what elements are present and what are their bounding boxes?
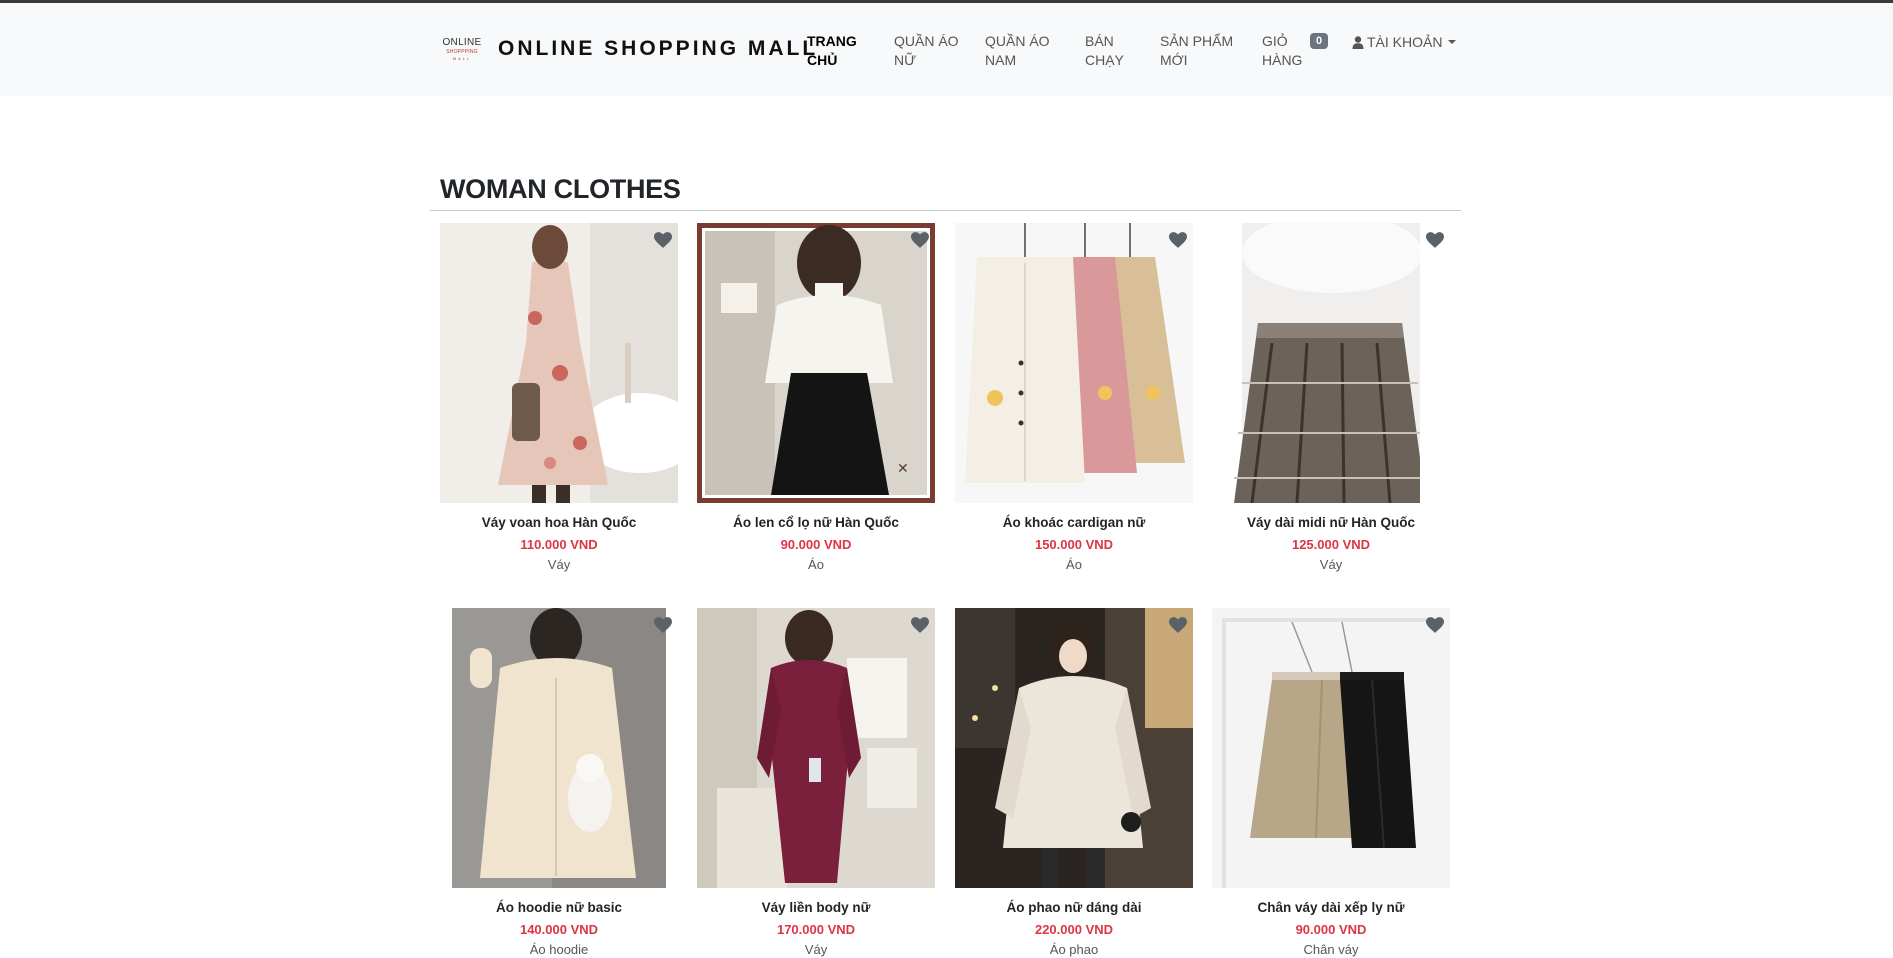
product-photo	[440, 223, 678, 503]
heart-icon[interactable]	[911, 617, 929, 633]
product-price: 220.000 VND	[1034, 922, 1114, 937]
product-image[interactable]	[955, 223, 1193, 503]
nav-best-sellers[interactable]: BÁN CHẠY	[1085, 32, 1124, 70]
section-divider	[430, 210, 1461, 211]
product-price: 90.000 VND	[1295, 922, 1367, 937]
watermark-icon: ✕	[897, 461, 909, 477]
account-label: TÀI KHOẢN	[1367, 34, 1443, 50]
product-image[interactable]	[440, 223, 678, 503]
brand-name[interactable]: ONLINE SHOPPING MALL	[498, 37, 818, 61]
product-name[interactable]: Váy liền body nữ	[697, 899, 935, 917]
product-name[interactable]: Áo khoác cardigan nữ	[955, 514, 1193, 532]
heart-icon[interactable]	[911, 232, 929, 248]
product-image[interactable]: ✕	[697, 223, 935, 503]
product-name[interactable]: Váy dài midi nữ Hàn Quốc	[1212, 514, 1450, 532]
product-image[interactable]	[697, 608, 935, 888]
heart-icon[interactable]	[1426, 232, 1444, 248]
product-name[interactable]: Chân váy dài xếp ly nữ	[1212, 899, 1450, 917]
product-card[interactable]: Áo phao nữ dáng dài 220.000 VND Áo phao	[955, 608, 1193, 958]
product-photo	[1212, 608, 1450, 888]
product-card[interactable]: Váy dài midi nữ Hàn Quốc 125.000 VND Váy	[1212, 223, 1450, 573]
navbar: ONLINE SHOPPPING MALL ONLINE SHOPPING MA…	[0, 3, 1893, 96]
product-category: Váy	[1319, 557, 1343, 572]
product-category: Chân váy	[1303, 942, 1359, 957]
heart-icon[interactable]	[654, 232, 672, 248]
heart-icon[interactable]	[1169, 232, 1187, 248]
heart-icon[interactable]	[1426, 617, 1444, 633]
product-price: 90.000 VND	[780, 537, 852, 552]
product-price: 140.000 VND	[519, 922, 599, 937]
product-card[interactable]: Áo hoodie nữ basic 140.000 VND Áo hoodie	[440, 608, 678, 958]
product-photo	[955, 608, 1193, 888]
product-image[interactable]	[440, 608, 678, 888]
product-image[interactable]	[1212, 608, 1450, 888]
product-card[interactable]: Váy liền body nữ 170.000 VND Váy	[697, 608, 935, 958]
product-photo: ✕	[697, 223, 935, 503]
product-category: Áo phao	[1049, 942, 1099, 957]
product-image[interactable]	[955, 608, 1193, 888]
section-title: WOMAN CLOTHES	[440, 174, 681, 204]
product-name[interactable]: Áo hoodie nữ basic	[440, 899, 678, 917]
brand-logo[interactable]: ONLINE SHOPPPING MALL	[440, 37, 484, 67]
cart-count-badge: 0	[1310, 33, 1328, 49]
product-card[interactable]: Áo khoác cardigan nữ 150.000 VND Áo	[955, 223, 1193, 573]
product-category: Áo	[808, 557, 824, 572]
product-name[interactable]: Áo phao nữ dáng dài	[955, 899, 1193, 917]
product-photo	[697, 608, 935, 888]
chevron-down-icon	[1448, 40, 1457, 44]
product-price: 150.000 VND	[1034, 537, 1114, 552]
nav-cart[interactable]: GIỎ HÀNG	[1262, 32, 1302, 70]
product-photo	[440, 608, 678, 888]
product-category: Váy	[547, 557, 571, 572]
product-price: 125.000 VND	[1291, 537, 1371, 552]
product-card[interactable]: Chân váy dài xếp ly nữ 90.000 VND Chân v…	[1212, 608, 1450, 958]
nav-women-clothes[interactable]: QUẦN ÁO NỮ	[894, 32, 959, 70]
account-dropdown[interactable]: TÀI KHOẢN	[1352, 34, 1457, 50]
nav-home[interactable]: TRANG CHỦ	[807, 32, 857, 70]
nav-men-clothes[interactable]: QUẦN ÁO NAM	[985, 32, 1050, 70]
product-photo	[955, 223, 1193, 503]
nav-new-products[interactable]: SẢN PHẨM MỚI	[1160, 32, 1233, 70]
product-card[interactable]: ✕ Áo len cổ lọ nữ Hàn Quốc 90.000 VND Áo	[697, 223, 935, 573]
product-card[interactable]: Váy voan hoa Hàn Quốc 110.000 VND Váy	[440, 223, 678, 573]
product-category: Áo hoodie	[529, 942, 589, 957]
product-image[interactable]	[1212, 223, 1450, 503]
product-photo	[1212, 223, 1450, 503]
product-name[interactable]: Áo len cổ lọ nữ Hàn Quốc	[697, 514, 935, 532]
heart-icon[interactable]	[654, 617, 672, 633]
product-price: 110.000 VND	[520, 537, 598, 552]
product-category: Áo	[1066, 557, 1082, 572]
heart-icon[interactable]	[1169, 617, 1187, 633]
product-name[interactable]: Váy voan hoa Hàn Quốc	[440, 514, 678, 532]
user-icon	[1352, 35, 1364, 49]
product-category: Váy	[804, 942, 828, 957]
product-price: 170.000 VND	[776, 922, 856, 937]
